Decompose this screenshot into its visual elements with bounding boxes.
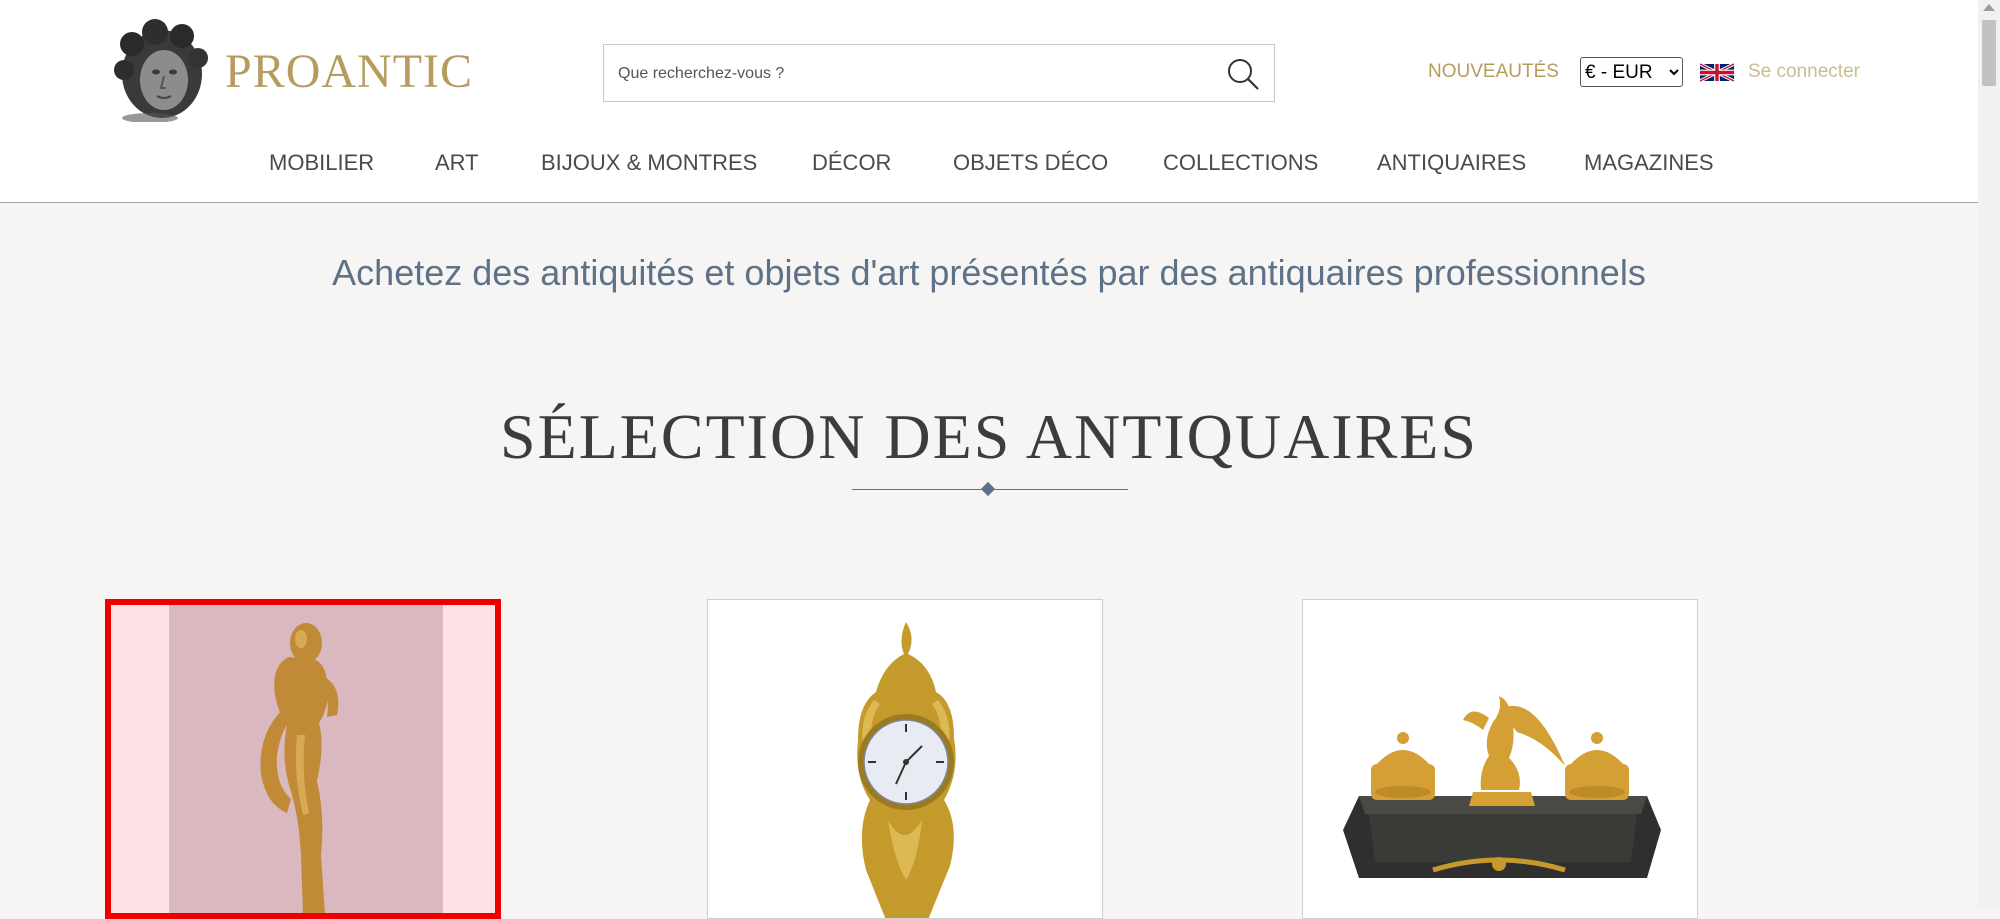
logo-head-icon[interactable] [110,18,210,122]
uk-flag-icon[interactable] [1700,60,1734,85]
nav-item-bijoux-montres[interactable]: BIJOUX & MONTRES [541,150,757,176]
product-card-bronze-statue[interactable] [105,599,501,919]
login-link[interactable]: Se connecter [1748,61,1860,83]
bronze-statue-image [169,605,443,913]
main-nav: MOBILIER ART BIJOUX & MONTRES DÉCOR OBJE… [0,140,1978,180]
nav-item-antiquaires[interactable]: ANTIQUAIRES [1377,150,1526,176]
search-bar [603,44,1275,103]
nav-item-art[interactable]: ART [435,150,479,176]
site-header: PROANTIC NOUVEAUTÉS € - EUR Se connecter… [0,0,1978,203]
eagle-inkwell-image [1343,696,1661,878]
page-scrollbar[interactable] [1978,0,2000,908]
title-divider-diamond [980,481,996,497]
nav-item-collections[interactable]: COLLECTIONS [1163,150,1318,176]
currency-select[interactable]: € - EUR [1580,57,1683,87]
nav-item-objets-deco[interactable]: OBJETS DÉCO [953,150,1108,176]
product-card-ormolu-clock[interactable] [707,599,1103,919]
section-title: SÉLECTION DES ANTIQUAIRES [500,401,1478,472]
product-card-eagle-inkwell[interactable] [1302,599,1698,919]
tagline: Achetez des antiquités et objets d'art p… [332,252,1646,293]
nav-item-magazines[interactable]: MAGAZINES [1584,150,1714,176]
scroll-up-arrow-icon[interactable] [1983,4,1995,11]
logo-text[interactable]: PROANTIC [225,44,473,99]
nav-item-mobilier[interactable]: MOBILIER [269,150,374,176]
nouveautes-link[interactable]: NOUVEAUTÉS [1428,61,1559,83]
search-icon[interactable] [1226,57,1260,91]
nav-item-decor[interactable]: DÉCOR [812,150,891,176]
ormolu-clock-image [857,622,956,918]
scroll-thumb[interactable] [1982,20,1996,86]
search-input[interactable] [616,45,1200,103]
